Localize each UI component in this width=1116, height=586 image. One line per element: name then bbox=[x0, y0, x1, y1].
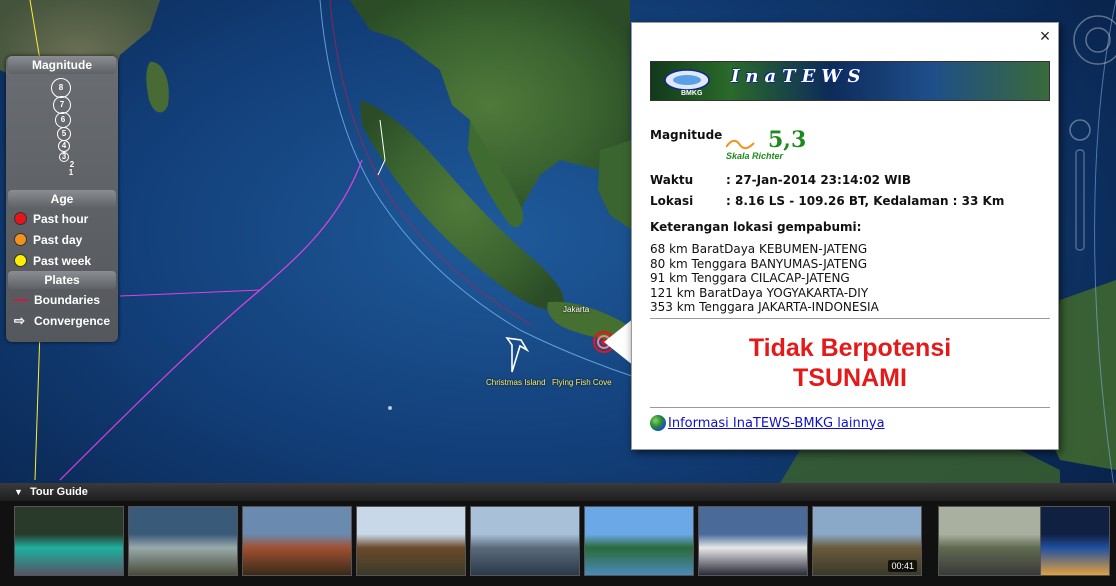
inatews-info-link[interactable]: Informasi InaTEWS-BMKG lainnya bbox=[650, 415, 885, 431]
age-item-label: Past week bbox=[33, 253, 92, 268]
arrow-right-outline-icon: ⇨ bbox=[14, 313, 25, 328]
tsunami-line-1: Tidak Berpotensi bbox=[748, 334, 952, 362]
double-chevron-down-icon[interactable]: ▼ bbox=[14, 487, 23, 497]
location-desc-item: 353 km Tenggara JAKARTA-INDONESIA bbox=[650, 300, 879, 314]
location-desc-item: 68 km BaratDaya KEBUMEN-JATENG bbox=[650, 242, 868, 256]
inatews-banner: InaTEWS BMKG bbox=[650, 61, 1050, 101]
tour-thumbnail-mountain-road[interactable]: 00:41 bbox=[812, 506, 922, 576]
location-desc-item: 80 km Tenggara BANYUMAS-JATENG bbox=[650, 256, 868, 271]
magnitude-circle-3: 3 bbox=[59, 152, 69, 162]
richter-wave-icon bbox=[726, 139, 755, 150]
location-desc-item: 121 km BaratDaya YOGYAKARTA-DIY bbox=[650, 285, 869, 300]
convergence-arrow-icon bbox=[505, 336, 530, 373]
magnitude-scale: 87654321 bbox=[6, 74, 118, 190]
location-desc-label: Keterangan lokasi gempabumi: bbox=[650, 220, 862, 234]
plates-item: ⇨ Convergence bbox=[6, 310, 118, 331]
age-dot-icon bbox=[14, 254, 27, 267]
magnitude-label: Magnitude bbox=[650, 128, 723, 142]
label-christmas-island: Christmas Island bbox=[486, 378, 546, 387]
magnitude-title: Magnitude bbox=[8, 56, 116, 74]
plates-item-label: Boundaries bbox=[34, 292, 101, 307]
label-jakarta: Jakarta bbox=[563, 305, 590, 314]
tsunami-line-2: TSUNAMI bbox=[793, 364, 907, 392]
age-item: Past hour bbox=[6, 208, 118, 229]
tsunami-status: Tidak Berpotensi TSUNAMI bbox=[650, 333, 1050, 393]
age-item: Past day bbox=[6, 229, 118, 250]
magnitude-circle-4: 4 bbox=[58, 140, 70, 152]
age-list: Past hour Past day Past week bbox=[6, 208, 118, 271]
location-desc-list: 68 km BaratDaya KEBUMEN-JATENG 80 km Teng… bbox=[650, 242, 879, 315]
plates-title: Plates bbox=[8, 271, 116, 289]
age-dot-icon bbox=[14, 212, 27, 225]
age-dot-icon bbox=[14, 233, 27, 246]
navigation-controls[interactable] bbox=[1052, 0, 1116, 300]
tour-thumbnail-crater-lake[interactable] bbox=[14, 506, 124, 576]
boundary-line-icon bbox=[14, 298, 28, 301]
age-title: Age bbox=[8, 190, 116, 208]
time-label: Waktu bbox=[650, 173, 694, 187]
tour-guide-bar[interactable]: ▼ Tour Guide bbox=[0, 483, 1116, 501]
legend-panel: Magnitude 87654321 Age Past hour Past day… bbox=[6, 56, 118, 342]
age-item-label: Past hour bbox=[33, 211, 89, 226]
globe-icon bbox=[650, 415, 666, 431]
plates-item-label: Convergence bbox=[34, 313, 111, 328]
tour-thumbnail-colonial-building[interactable] bbox=[242, 506, 352, 576]
age-item: Past week bbox=[6, 250, 118, 271]
plates-item: Boundaries bbox=[6, 289, 118, 310]
balloon-pointer bbox=[604, 318, 634, 366]
location-value: : 8.16 LS - 109.26 BT, Kedalaman : 33 Km bbox=[726, 194, 1005, 208]
banner-subtitle: BMKG bbox=[681, 90, 703, 97]
plates-list: Boundaries ⇨ Convergence bbox=[6, 289, 118, 331]
tour-thumbnail-aerial-island[interactable] bbox=[938, 506, 1048, 576]
magnitude-circle-6: 6 bbox=[55, 112, 71, 128]
time-value: : 27-Jan-2014 23:14:02 WIB bbox=[726, 173, 912, 187]
tour-thumbnail-volcano-steam[interactable] bbox=[128, 506, 238, 576]
divider bbox=[650, 318, 1050, 319]
tour-thumbnail-lake-reflection[interactable] bbox=[584, 506, 694, 576]
divider bbox=[650, 407, 1050, 408]
thumbnail-duration: 00:41 bbox=[888, 560, 917, 572]
magnitude-circle-1: 1 bbox=[68, 168, 74, 177]
magnitude-circle-5: 5 bbox=[57, 127, 71, 141]
inatews-info-link-label: Informasi InaTEWS-BMKG lainnya bbox=[668, 415, 885, 431]
tour-guide-title: Tour Guide bbox=[29, 486, 88, 498]
label-flying-fish-cove: Flying Fish Cove bbox=[552, 378, 612, 387]
navigation-controls-graphic bbox=[1069, 15, 1116, 251]
tour-thumbnail-grand-mosque[interactable] bbox=[698, 506, 808, 576]
tour-thumbnail-night-coast[interactable] bbox=[1040, 506, 1110, 576]
age-item-label: Past day bbox=[33, 232, 83, 247]
info-balloon: × InaTEWS BMKG Magnitude Skala Richter 5… bbox=[631, 22, 1059, 450]
tour-thumbnail-strip[interactable]: 00:41 bbox=[0, 501, 1116, 586]
location-label: Lokasi bbox=[650, 194, 694, 208]
close-button[interactable]: × bbox=[1036, 27, 1054, 45]
tour-thumbnail-harbor-port[interactable] bbox=[470, 506, 580, 576]
tour-thumbnail-traditional-house[interactable] bbox=[356, 506, 466, 576]
magnitude-value: 5,3 bbox=[768, 127, 807, 153]
location-desc-item: 91 km Tenggara CILACAP-JATENG bbox=[650, 271, 850, 285]
magnitude-circle-8: 8 bbox=[51, 78, 71, 98]
banner-title: InaTEWS bbox=[731, 66, 867, 87]
